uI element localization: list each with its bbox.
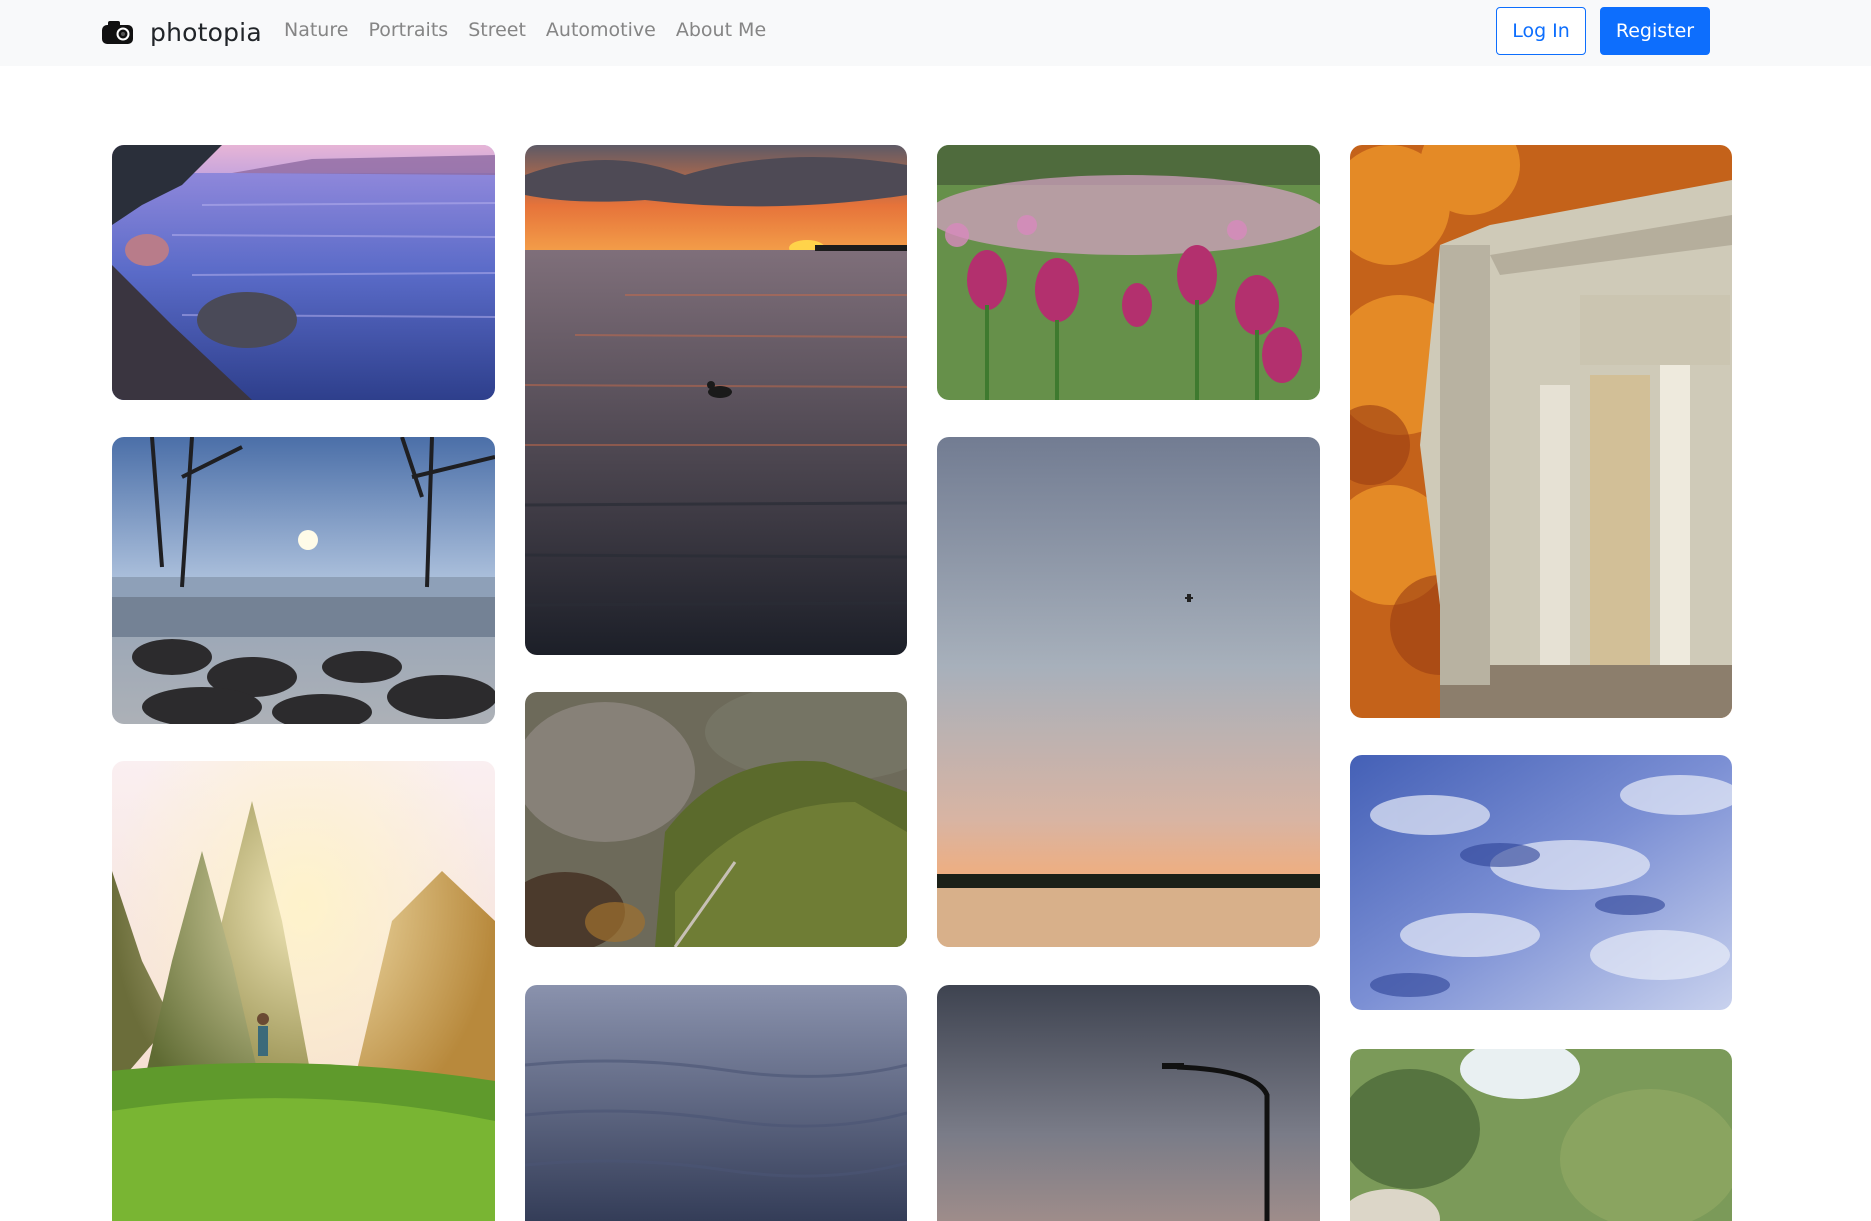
- gallery-photo[interactable]: [937, 145, 1320, 400]
- camera-icon: [102, 21, 133, 44]
- gallery-photo[interactable]: [937, 985, 1320, 1221]
- gallery-photo[interactable]: [112, 761, 495, 1221]
- gallery-photo[interactable]: [525, 985, 907, 1221]
- login-button[interactable]: Log In: [1496, 7, 1586, 55]
- register-button[interactable]: Register: [1600, 7, 1710, 55]
- nav-link-portraits[interactable]: Portraits: [368, 19, 448, 41]
- gallery-photo[interactable]: [112, 145, 495, 400]
- brand-name: photopia: [150, 17, 262, 47]
- gallery-photo[interactable]: [1350, 1049, 1732, 1221]
- nav-links: Nature Portraits Street Automotive About…: [284, 19, 786, 41]
- gallery-photo[interactable]: [937, 437, 1320, 947]
- nav-link-nature[interactable]: Nature: [284, 19, 348, 41]
- gallery-photo[interactable]: [1350, 145, 1732, 718]
- nav-link-about-me[interactable]: About Me: [676, 19, 766, 41]
- gallery-photo[interactable]: [525, 692, 907, 947]
- gallery-photo[interactable]: [112, 437, 495, 724]
- gallery-photo[interactable]: [1350, 755, 1732, 1010]
- brand-link[interactable]: photopia: [101, 14, 262, 50]
- gallery-photo[interactable]: [525, 145, 907, 655]
- navbar: photopia Nature Portraits Street Automot…: [0, 0, 1871, 66]
- nav-link-automotive[interactable]: Automotive: [546, 19, 656, 41]
- nav-link-street[interactable]: Street: [468, 19, 526, 41]
